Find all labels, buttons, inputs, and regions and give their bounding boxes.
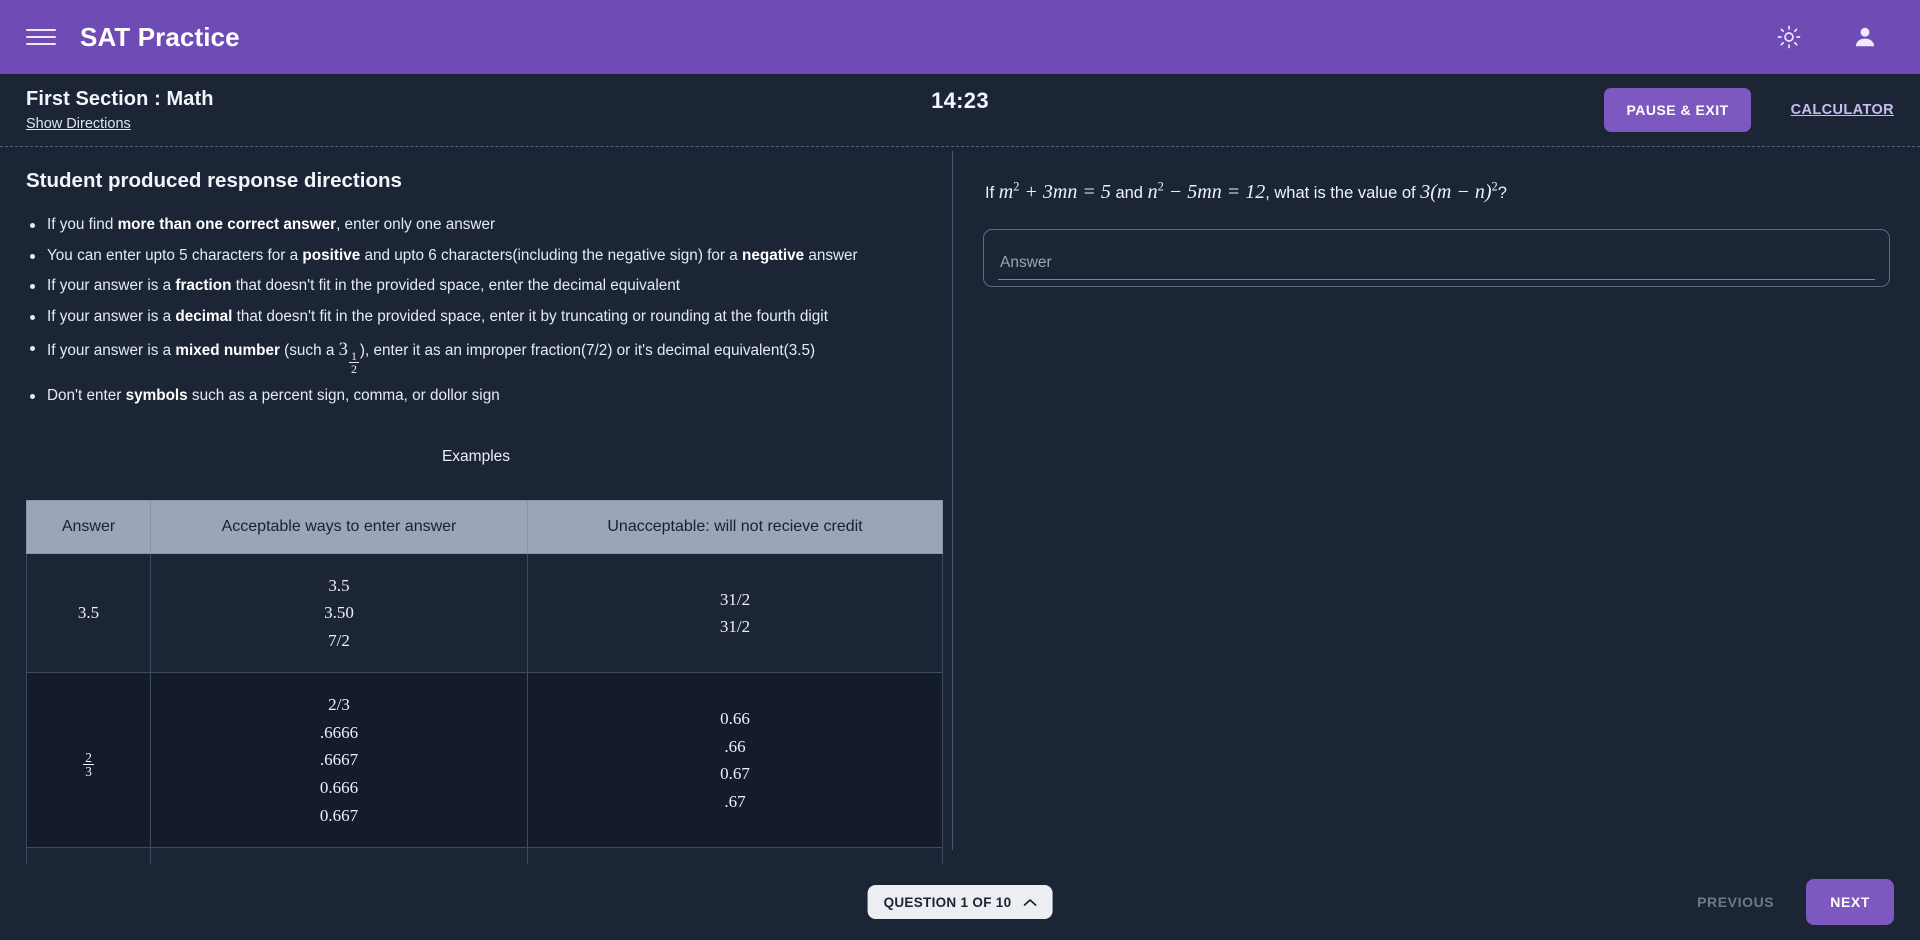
- app-bar-actions: [1772, 20, 1894, 54]
- table-row: −13−1/3−.3333−0.333−.33−0.33: [26, 847, 943, 864]
- value-line: .6666: [319, 722, 359, 742]
- direction-item: You can enter upto 5 characters for a po…: [26, 246, 926, 266]
- equation-1: m2 + 3mn = 5: [998, 179, 1111, 203]
- sat-practice-app: SAT Practice First Section: Math Show D…: [0, 0, 1920, 940]
- directions-list: If you find more than one correct answer…: [26, 215, 926, 406]
- value-line: 31/2: [719, 617, 751, 637]
- question-text: If m2 + 3mn = 5 and n2 − 5mn = 12, what …: [985, 179, 1507, 203]
- value-line: 3.5: [328, 575, 350, 595]
- fraction: 12: [348, 348, 359, 376]
- directions-heading: Student produced response directions: [26, 169, 402, 192]
- next-button[interactable]: NEXT: [1806, 879, 1894, 925]
- value-line: .67: [724, 791, 746, 811]
- equation-3: 3(m − n)2: [1420, 179, 1498, 203]
- answer-box[interactable]: [983, 229, 1890, 287]
- value-line: 0.66: [720, 709, 750, 729]
- question-navigator-button[interactable]: QUESTION 1 OF 10: [867, 885, 1053, 919]
- show-directions-link[interactable]: Show Directions: [26, 116, 131, 132]
- direction-item: Don't enter symbols such as a percent si…: [26, 386, 926, 406]
- acceptable-cell: −1/3−.3333−0.333: [150, 847, 528, 864]
- main-content: Student produced response directions If …: [0, 146, 1920, 864]
- equation-2: n2 − 5mn = 12: [1147, 179, 1266, 203]
- chevron-up-icon: [1023, 895, 1037, 910]
- fraction: 23: [83, 749, 94, 780]
- direction-item: If your answer is a decimal that doesn't…: [26, 307, 926, 327]
- value-line: 7/2: [328, 630, 350, 650]
- unacceptable-cell: 0.66 .66 0.67 .67: [527, 672, 943, 849]
- question-pane: If m2 + 3mn = 5 and n2 − 5mn = 12, what …: [953, 147, 1920, 864]
- value-line: 0.667: [319, 805, 359, 825]
- answer-cell: −13: [26, 847, 151, 864]
- sun-icon[interactable]: [1772, 20, 1806, 54]
- calculator-link[interactable]: CALCULATOR: [1791, 102, 1894, 118]
- table-row: 3.5 3.5 3.50 7/2 31/2 31/2: [26, 552, 943, 674]
- answer-cell: 3.5: [26, 552, 151, 674]
- direction-item: If your answer is a mixed number (such a…: [26, 338, 926, 375]
- examples-table-header-cell: Acceptable ways to enter answer: [150, 499, 528, 554]
- section-info: First Section : Math Show Directions: [26, 88, 214, 132]
- countdown-timer: 14:23: [931, 88, 989, 113]
- app-bar: SAT Practice: [0, 0, 1920, 74]
- direction-item: If your answer is a fraction that doesn'…: [26, 276, 926, 296]
- bottom-bar: QUESTION 1 OF 10 PREVIOUS NEXT: [0, 864, 1920, 940]
- examples-label: Examples: [441, 447, 511, 465]
- examples-table-header-cell: Answer: [26, 499, 151, 554]
- pause-and-exit-button[interactable]: PAUSE & EXIT: [1604, 88, 1751, 132]
- unacceptable-cell: −.33−0.33: [527, 847, 943, 864]
- direction-item: If you find more than one correct answer…: [26, 215, 926, 235]
- table-row: 2 3 2/3 .6666 .6667 0.666 0.667 0.66 .66 0.67 .67: [26, 672, 943, 849]
- examples-table-header-cell: Unacceptable: will not recieve credit: [527, 499, 943, 554]
- previous-button[interactable]: PREVIOUS: [1675, 879, 1796, 925]
- value-line: 31/2: [719, 589, 751, 609]
- examples-table-header-row: Answer Acceptable ways to enter answer Una…: [26, 499, 943, 554]
- acceptable-cell: 3.5 3.50 7/2: [150, 552, 528, 674]
- hamburger-menu-icon[interactable]: [26, 22, 56, 52]
- directions-pane: Student produced response directions If …: [0, 147, 952, 864]
- app-title: SAT Practice: [80, 21, 240, 52]
- question-navigator-label: QUESTION 1 OF 10: [883, 894, 1012, 910]
- answer-cell: 23: [26, 672, 151, 849]
- user-account-icon[interactable]: [1848, 20, 1882, 54]
- section-title: First Section : Math: [26, 88, 214, 110]
- value-line: .66: [724, 736, 746, 756]
- unacceptable-cell: 31/2 31/2: [527, 552, 943, 674]
- navigation-buttons: PREVIOUS NEXT: [1675, 879, 1894, 925]
- section-bar: First Section : Math Show Directions 14:…: [0, 74, 1920, 146]
- value-line: 3.50: [324, 603, 354, 623]
- acceptable-cell: 2/3 .6666 .6667 0.666 0.667: [150, 672, 528, 849]
- value-line: .6667: [319, 750, 359, 770]
- value-line: 0.67: [720, 764, 750, 784]
- examples-table: Answer Acceptable ways to enter answer Una…: [26, 499, 943, 864]
- value-line: 0.666: [319, 777, 359, 797]
- answer-input[interactable]: [998, 250, 1875, 280]
- section-actions: PAUSE & EXIT CALCULATOR: [1604, 88, 1894, 132]
- value-line: 2/3: [328, 695, 350, 715]
- examples-table-body: 3.5 3.5 3.50 7/2 31/2 31/2 2 3 2/3 .6666 .6667 0.66…: [26, 552, 943, 864]
